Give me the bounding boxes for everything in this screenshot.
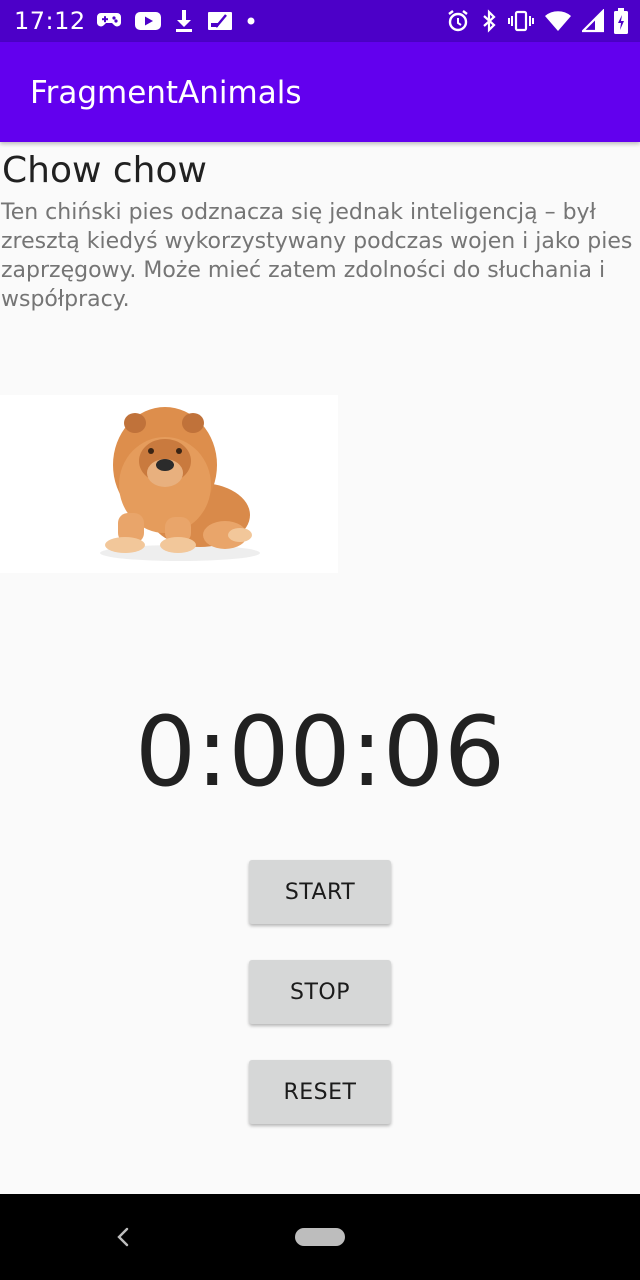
reset-button[interactable]: RESET [249,1060,391,1124]
app-bar: FragmentAnimals [0,42,640,142]
navigation-bar [0,1194,640,1280]
animal-description: Ten chiński pies odznacza się jednak int… [1,200,633,312]
dot-icon [246,10,256,32]
bluetooth-icon [480,9,498,33]
alarm-icon [446,9,470,33]
sim-card-icon [206,10,234,32]
status-time: 17:12 [14,7,86,35]
wifi-icon [544,9,572,33]
home-pill-icon[interactable] [295,1228,345,1246]
back-icon[interactable] [110,1222,138,1252]
download-icon [174,9,194,33]
dog-illustration [100,407,260,561]
battery-charging-icon [614,8,628,34]
signal-icon [582,9,604,33]
youtube-icon [134,10,162,32]
vibrate-icon [508,9,534,33]
animal-name: Chow chow [2,150,207,191]
start-button[interactable]: START [249,860,391,924]
game-controller-icon [96,10,122,32]
chow-chow-dog-image [0,395,338,573]
status-bar: 17:12 [0,0,640,42]
stopwatch-time: 0:00:06 [134,696,506,808]
app-title: FragmentAnimals [30,75,302,111]
status-right-icons [446,8,628,34]
status-left-icons [96,8,256,34]
stop-button[interactable]: STOP [249,960,391,1024]
